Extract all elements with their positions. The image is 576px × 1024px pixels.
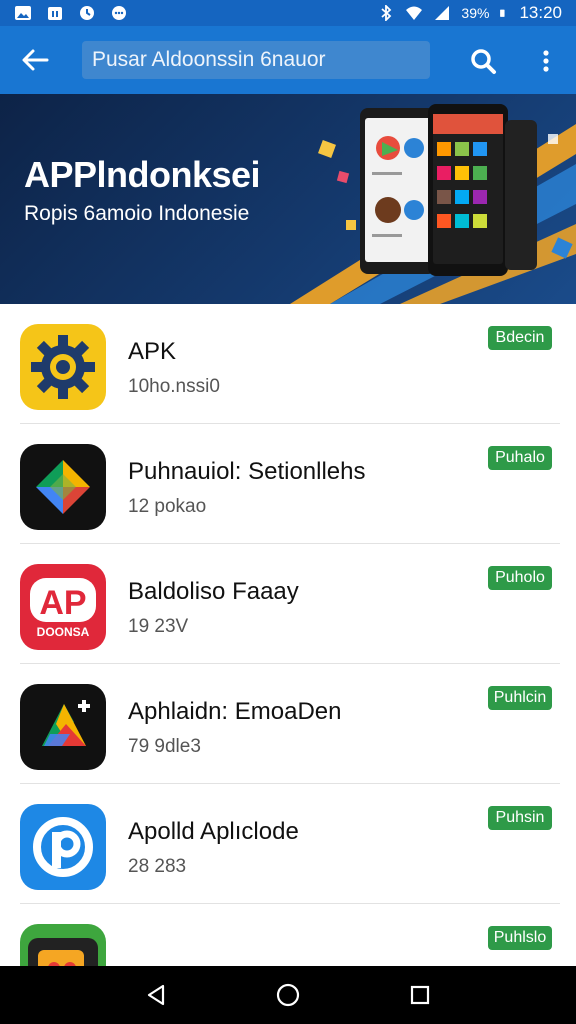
install-button[interactable]: Puhlcin xyxy=(488,686,552,710)
nav-recents-button[interactable] xyxy=(400,975,440,1015)
app-name: Aphlaidn: EmoaDen xyxy=(128,698,342,725)
list-item[interactable]: Puhnauiol: Setionllehs 12 pokao Puhalo xyxy=(0,424,576,544)
nav-home-button[interactable] xyxy=(268,975,308,1015)
install-button[interactable]: Puhalo xyxy=(488,446,552,470)
diamond-logo-icon xyxy=(20,444,106,530)
phone-right-icon xyxy=(428,104,537,276)
more-options-button[interactable] xyxy=(528,40,564,82)
svg-text:AP: AP xyxy=(39,584,86,622)
circle-home-icon xyxy=(276,983,300,1007)
search-button[interactable] xyxy=(462,40,504,82)
svg-text:DOONSA: DOONSA xyxy=(37,625,90,639)
back-button[interactable] xyxy=(0,26,70,94)
app-name: APK xyxy=(128,338,177,365)
app-meta: 79 9dle3 xyxy=(128,736,201,757)
phone-left-icon xyxy=(360,108,436,274)
install-button[interactable]: Puholo xyxy=(488,566,552,590)
chat-icon xyxy=(112,6,126,20)
triangle-logo-icon xyxy=(20,684,106,770)
square-recents-icon xyxy=(410,985,430,1005)
list-item[interactable]: Puhlslo xyxy=(0,904,576,966)
search-input[interactable]: Pusar Aldoonssin 6nauor xyxy=(82,41,430,79)
app-list: APK 10ho.nssi0 Bdecin Puhnauiol: Setionl… xyxy=(0,304,576,966)
search-text: Pusar Aldoonssin 6nauor xyxy=(92,48,326,71)
app-name: Apolld Aplıclode xyxy=(128,818,299,845)
gallery-icon xyxy=(15,6,31,20)
app-meta: 12 pokao xyxy=(128,496,207,517)
list-item[interactable]: APK 10ho.nssi0 Bdecin xyxy=(0,304,576,424)
install-button[interactable]: Puhlslo xyxy=(488,926,552,950)
app-bar: Pusar Aldoonssin 6nauor xyxy=(0,26,576,94)
install-button[interactable]: Puhsin xyxy=(488,806,552,830)
triangle-back-icon xyxy=(147,984,165,1006)
install-button[interactable]: Bdecin xyxy=(488,326,552,350)
app-logo-icon xyxy=(20,924,106,966)
app-name: Baldoliso Faaay xyxy=(128,578,299,605)
app-meta: 28 283 xyxy=(128,856,187,877)
battery-icon xyxy=(500,9,506,17)
clock-icon xyxy=(80,6,94,20)
promo-banner[interactable]: APPlndonksei Ropis 6amoio Indonesie xyxy=(0,94,576,304)
more-vertical-icon xyxy=(543,50,549,72)
list-item[interactable]: AP DOONSA Baldoliso Faaay 19 23V Puholo xyxy=(0,544,576,664)
app-meta: 10ho.nssi0 xyxy=(128,376,220,397)
gear-icon xyxy=(20,324,106,410)
list-item[interactable]: Aphlaidn: EmoaDen 79 9dle3 Puhlcin xyxy=(0,664,576,784)
nav-back-button[interactable] xyxy=(136,975,176,1015)
calendar-icon xyxy=(48,7,62,20)
app-meta: 19 23V xyxy=(128,616,189,637)
clock-time: 13:20 xyxy=(519,3,562,22)
system-nav-bar xyxy=(0,966,576,1024)
list-item[interactable]: Apolld Aplıclode 28 283 Puhsin xyxy=(0,784,576,904)
signal-icon xyxy=(435,6,450,20)
battery-percent: 39% xyxy=(461,5,490,21)
app-name: Puhnauiol: Setionllehs xyxy=(128,458,366,485)
status-bar: 39% 13:20 xyxy=(0,0,576,26)
p-logo-icon xyxy=(20,804,106,890)
search-icon xyxy=(471,49,496,74)
arrow-left-icon xyxy=(22,49,49,71)
banner-subtitle: Ropis 6amoio Indonesie xyxy=(24,202,250,225)
banner-title: APPlndonksei xyxy=(24,154,261,195)
banner-artwork xyxy=(290,104,576,304)
bluetooth-icon xyxy=(381,5,392,21)
ap-logo-icon: AP DOONSA xyxy=(20,564,106,650)
wifi-icon xyxy=(406,6,423,20)
